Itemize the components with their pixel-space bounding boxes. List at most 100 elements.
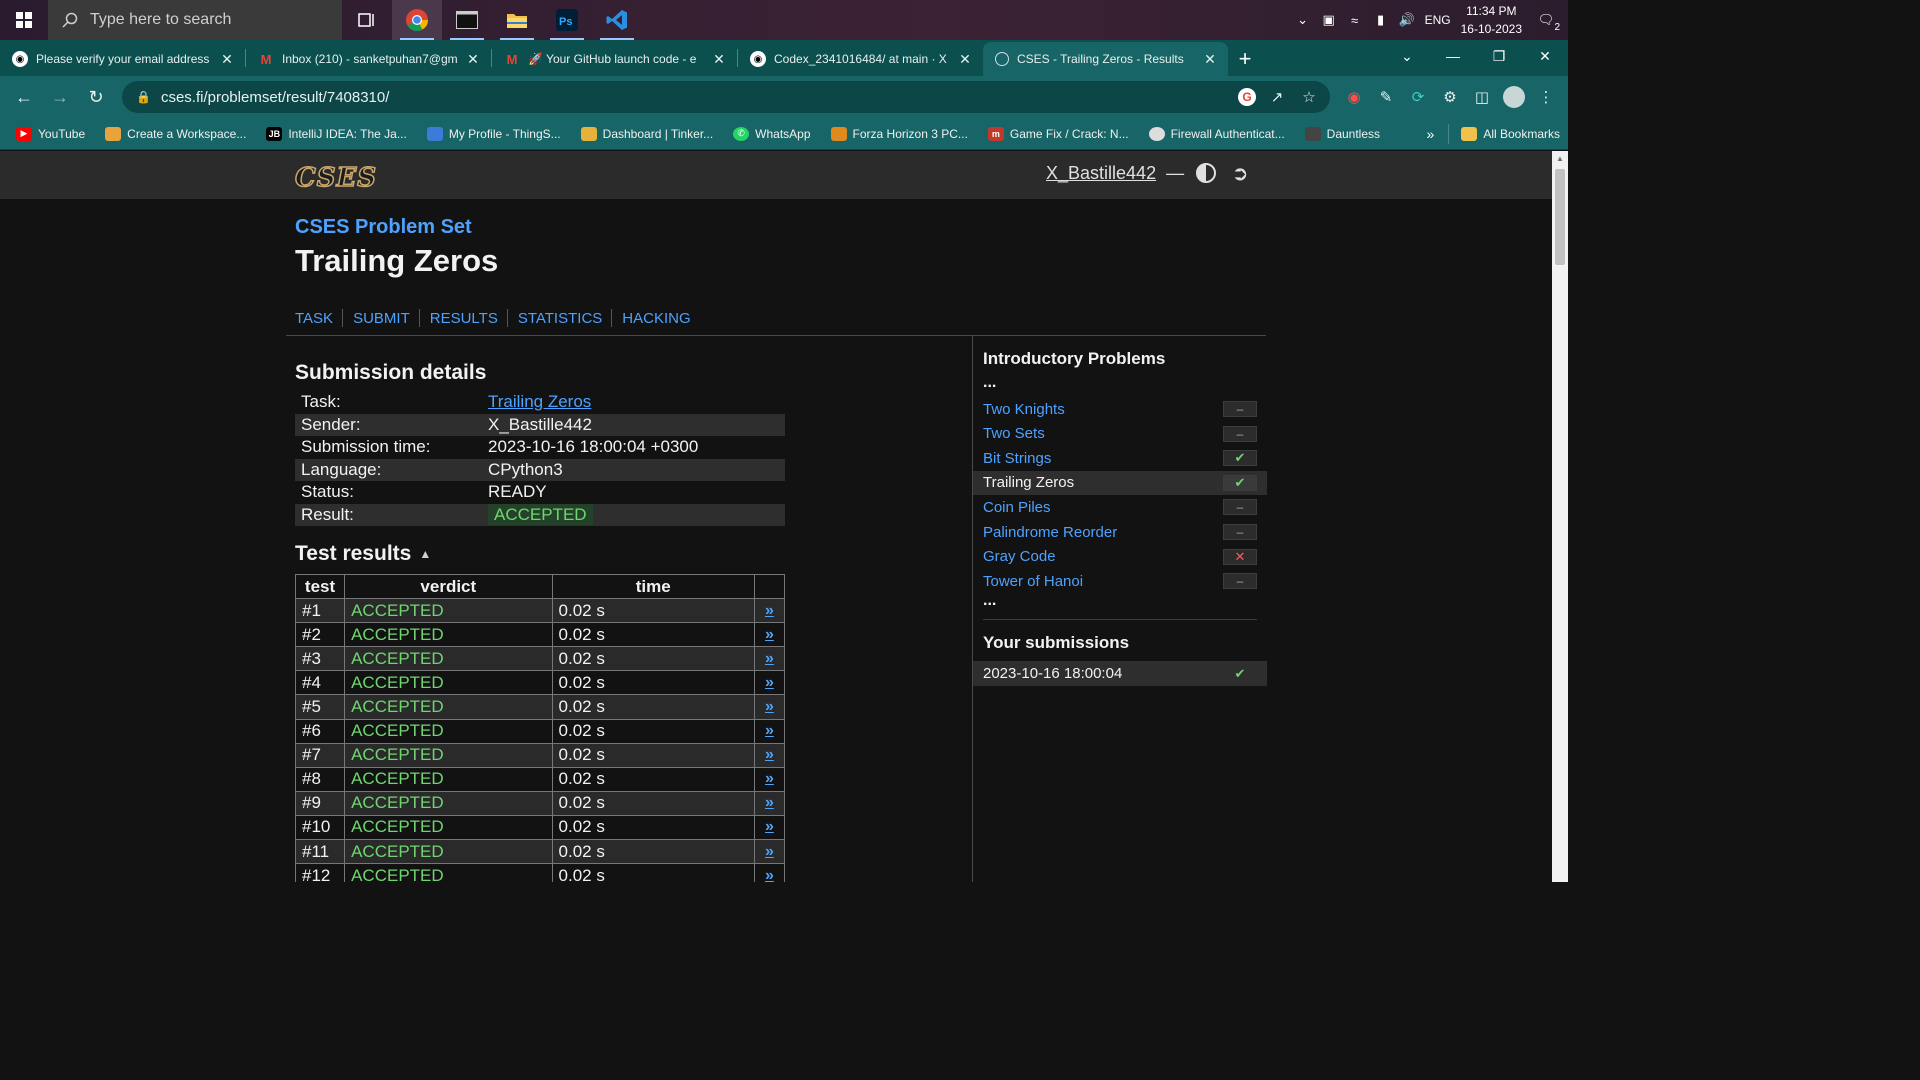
bookmark-item[interactable]: My Profile - ThingS...	[419, 120, 569, 148]
browser-tab[interactable]: M 🚀 Your GitHub launch code - e ✕	[492, 42, 737, 76]
minimize-button[interactable]: —	[1430, 40, 1476, 72]
test-number: #8	[294, 766, 346, 792]
sidebar-problem-item[interactable]: Gray Code ✕	[973, 545, 1267, 569]
bookmark-item[interactable]: Dauntless	[1297, 120, 1388, 148]
battery-icon[interactable]: ▮	[1373, 12, 1389, 27]
restore-button[interactable]: ❐	[1476, 40, 1522, 72]
test-results-heading[interactable]: Test results ▲	[295, 542, 431, 566]
detail-label: Task:	[301, 392, 341, 412]
submission-entry[interactable]: 2023-10-16 18:00:04 ✔	[973, 661, 1267, 686]
taskbar-clock[interactable]: 11:34 PM 16-10-2023	[1461, 2, 1522, 38]
table-row: #11 ACCEPTED 0.02 s »	[294, 839, 786, 865]
cses-logo[interactable]: CSES	[294, 162, 377, 194]
view-test-link[interactable]: »	[753, 766, 786, 792]
sidebar-problem-item[interactable]: Two Sets –	[973, 422, 1267, 446]
view-test-link[interactable]: »	[753, 646, 786, 672]
close-icon[interactable]: ✕	[465, 51, 481, 68]
bookmark-item[interactable]: Create a Workspace...	[97, 120, 254, 148]
all-bookmarks-button[interactable]: All Bookmarks	[1448, 123, 1560, 144]
view-test-link[interactable]: »	[753, 863, 786, 882]
bookmark-star-icon[interactable]: ☆	[1298, 86, 1320, 108]
extension-sync-icon[interactable]: ⟳	[1404, 83, 1432, 111]
test-verdict: ACCEPTED	[344, 839, 553, 865]
browser-tab[interactable]: ◉ Please verify your email address ✕	[0, 42, 245, 76]
workspace-icon	[105, 126, 122, 141]
address-bar[interactable]: 🔒 cses.fi/problemset/result/7408310/ G ↗…	[122, 81, 1330, 113]
logout-icon[interactable]: ➲	[1228, 161, 1252, 185]
new-tab-button[interactable]: +	[1228, 42, 1262, 76]
eyedropper-icon[interactable]: ✎	[1372, 83, 1400, 111]
taskbar-terminal[interactable]	[442, 0, 492, 40]
bookmark-item[interactable]: Firewall Authenticat...	[1141, 120, 1293, 148]
sidebar-problem-item[interactable]: Coin Piles –	[973, 495, 1267, 519]
close-window-button[interactable]: ✕	[1522, 40, 1568, 72]
extensions-puzzle-icon[interactable]: ⚙	[1436, 83, 1464, 111]
display-icon[interactable]: ▣	[1321, 12, 1337, 27]
share-icon[interactable]: ↗	[1266, 86, 1288, 108]
volume-icon[interactable]: 🔊	[1399, 12, 1415, 27]
tab-statistics[interactable]: STATISTICS	[518, 310, 611, 327]
side-panel-icon[interactable]: ◫	[1468, 83, 1496, 111]
reload-button[interactable]: ↻	[80, 81, 112, 113]
taskbar-search-box[interactable]: Type here to search	[48, 0, 342, 40]
scrollbar-thumb[interactable]	[1555, 169, 1565, 265]
task-view-button[interactable]	[342, 0, 392, 40]
bookmark-item[interactable]: Dashboard | Tinker...	[573, 120, 722, 148]
notification-icon[interactable]: 🗨 2	[1532, 12, 1560, 33]
view-test-link[interactable]: »	[753, 598, 786, 624]
chevron-up-icon[interactable]: ⌄	[1295, 12, 1311, 27]
view-test-link[interactable]: »	[753, 839, 786, 865]
google-lens-icon[interactable]: G	[1238, 88, 1256, 106]
close-icon[interactable]: ✕	[711, 51, 727, 68]
username-link[interactable]: X_Bastille442	[1046, 163, 1156, 184]
tab-hacking[interactable]: HACKING	[622, 310, 699, 327]
page-scrollbar[interactable]: ▲	[1552, 151, 1568, 882]
more-menu-icon[interactable]: ⋮	[1532, 83, 1560, 111]
view-test-link[interactable]: »	[753, 790, 786, 816]
tab-results[interactable]: RESULTS	[430, 310, 507, 327]
theme-toggle[interactable]	[1194, 161, 1218, 185]
tab-submit[interactable]: SUBMIT	[353, 310, 419, 327]
more-bookmarks-chevron-icon[interactable]: »	[1417, 126, 1445, 142]
view-test-link[interactable]: »	[753, 670, 786, 696]
bookmark-item[interactable]: ✆ WhatsApp	[725, 120, 818, 148]
view-test-link[interactable]: »	[753, 742, 786, 768]
close-icon[interactable]: ✕	[957, 51, 973, 68]
view-test-link[interactable]: »	[753, 814, 786, 841]
test-number: #7	[294, 742, 346, 768]
sidebar-problem-item[interactable]: Palindrome Reorder –	[973, 520, 1267, 544]
view-test-link[interactable]: »	[753, 694, 786, 720]
bookmark-item[interactable]: m Game Fix / Crack: N...	[980, 120, 1137, 148]
view-test-link[interactable]: »	[753, 718, 786, 744]
profile-avatar[interactable]	[1500, 83, 1528, 111]
bookmark-item[interactable]: Forza Horizon 3 PC...	[823, 120, 976, 148]
browser-tab-active[interactable]: CSES - Trailing Zeros - Results ✕	[983, 42, 1228, 76]
sidebar-problem-item[interactable]: Bit Strings ✔	[973, 446, 1267, 470]
sidebar-problem-item[interactable]: Trailing Zeros ✔	[973, 470, 1267, 495]
browser-tab[interactable]: ◉ Codex_2341016484/ at main · X ✕	[738, 42, 983, 76]
close-icon[interactable]: ✕	[1202, 51, 1218, 68]
close-icon[interactable]: ✕	[219, 51, 235, 68]
view-test-link[interactable]: »	[753, 622, 786, 648]
taskbar-photoshop[interactable]: Ps	[542, 0, 592, 40]
windows-start-button[interactable]	[0, 0, 48, 40]
tab-task[interactable]: TASK	[295, 310, 342, 327]
browser-tab[interactable]: M Inbox (210) - sanketpuhan7@gm ✕	[246, 42, 491, 76]
sidebar-problem-item[interactable]: Two Knights –	[973, 397, 1267, 421]
forward-button[interactable]: →	[44, 81, 76, 113]
taskbar-chrome[interactable]	[392, 0, 442, 40]
tab-search-chevron-icon[interactable]: ⌄	[1384, 40, 1430, 72]
back-button[interactable]: ←	[8, 81, 40, 113]
sidebar-problem-item[interactable]: Tower of Hanoi –	[973, 569, 1267, 593]
extension-shield-icon[interactable]: ◉	[1340, 83, 1368, 111]
scroll-up-arrow-icon[interactable]: ▲	[1552, 151, 1568, 167]
wifi-icon[interactable]: ≈	[1347, 13, 1363, 28]
tray-language[interactable]: ENG	[1425, 13, 1451, 27]
task-link[interactable]: Trailing Zeros	[488, 392, 591, 411]
bookmark-item[interactable]: ▶ YouTube	[8, 120, 93, 148]
taskbar-file-explorer[interactable]	[492, 0, 542, 40]
problem-set-title[interactable]: CSES Problem Set	[295, 216, 472, 239]
lock-icon[interactable]: 🔒	[136, 90, 151, 104]
taskbar-vscode[interactable]	[592, 0, 642, 40]
bookmark-item[interactable]: JB IntelliJ IDEA: The Ja...	[258, 120, 415, 148]
